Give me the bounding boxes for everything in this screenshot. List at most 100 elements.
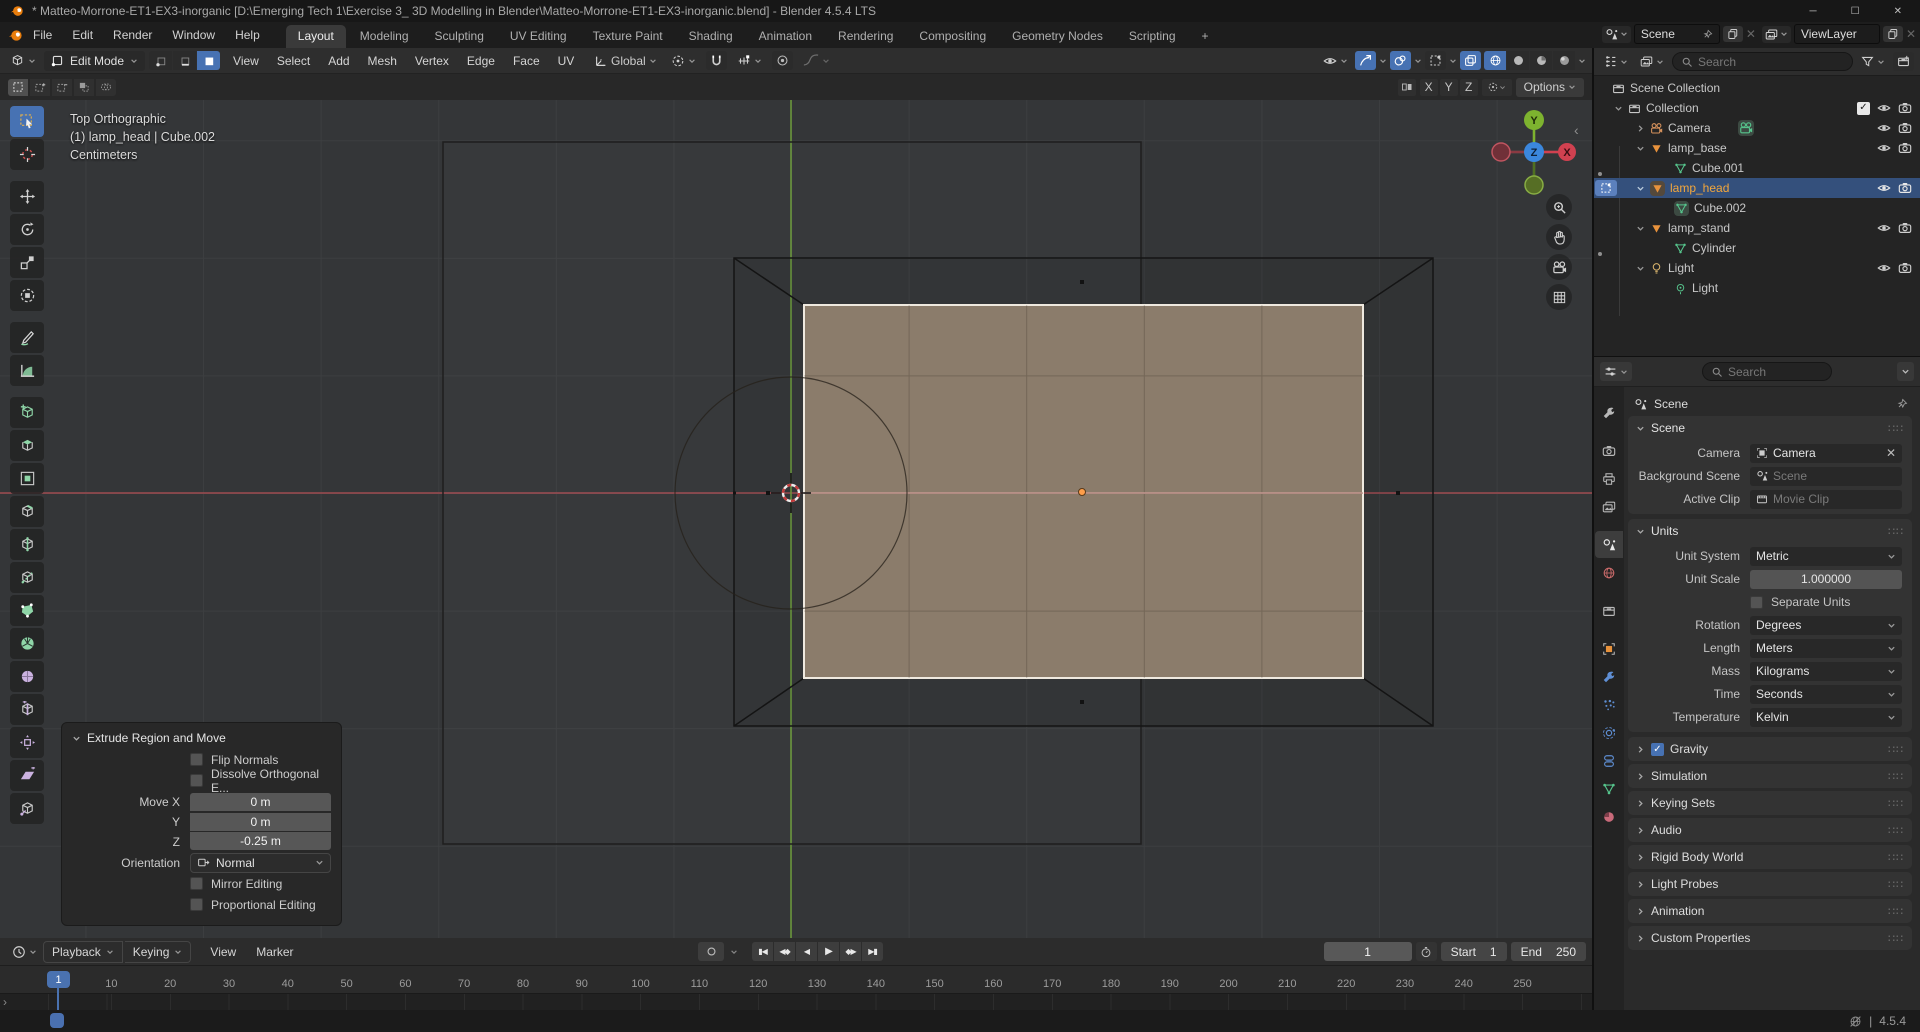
workspace-tab[interactable]: + — [1190, 25, 1221, 48]
operator-panel-header[interactable]: Extrude Region and Move — [72, 728, 331, 748]
viewport-menu-item[interactable]: Mesh — [359, 52, 406, 70]
outliner-filter-dropdown[interactable] — [1636, 52, 1668, 71]
tab-render[interactable] — [1595, 437, 1623, 464]
workspace-tab[interactable]: Scripting — [1117, 25, 1188, 48]
drag-handle[interactable]: ∷∷ — [1888, 797, 1904, 810]
camera-view-button[interactable] — [1546, 254, 1572, 280]
transform-orientation-dropdown[interactable]: Global — [590, 51, 661, 70]
blender-menu-icon[interactable] — [8, 28, 23, 43]
tool-cursor[interactable] — [10, 139, 44, 170]
outliner-row-cylinder[interactable]: Cylinder — [1594, 238, 1920, 258]
viewport-menu-item[interactable]: UV — [549, 52, 584, 70]
viewlayer-remove-button[interactable]: ✕ — [1906, 27, 1916, 41]
shading-wireframe-button[interactable] — [1484, 51, 1506, 70]
collapsed-panel[interactable]: Custom Properties ∷∷ — [1628, 926, 1912, 950]
disable-render-camera-icon[interactable] — [1898, 141, 1912, 155]
close-button[interactable]: ✕ — [1894, 6, 1902, 17]
timeline-ruler[interactable]: 1020304050607080901001101201301401501601… — [0, 966, 1592, 993]
collapsed-panel[interactable]: Audio ∷∷ — [1628, 818, 1912, 842]
tool-spin[interactable] — [10, 628, 44, 659]
viewport-menu-item[interactable]: Face — [504, 52, 549, 70]
ortho-toggle-button[interactable] — [1546, 284, 1572, 310]
mirror-axis-toggle[interactable]: Z — [1460, 79, 1478, 96]
hide-eye-icon[interactable] — [1877, 101, 1891, 115]
tool-poly-build[interactable] — [10, 595, 44, 626]
clear-camera-button[interactable]: ✕ — [1886, 446, 1896, 460]
workspace-tab[interactable]: Animation — [747, 25, 824, 48]
orientation-dropdown[interactable]: Normal — [190, 853, 331, 873]
viewport-menu-item[interactable]: Edge — [458, 52, 504, 70]
select-mode-invert-button[interactable] — [74, 79, 94, 96]
region-collapse-arrow[interactable]: ‹ — [1574, 122, 1579, 138]
proportional-editing-button[interactable] — [772, 51, 793, 70]
mode-dropdown[interactable]: Edit Mode — [44, 51, 145, 71]
drag-handle[interactable]: ∷∷ — [1888, 932, 1904, 945]
play-reverse-button[interactable]: ◀ — [796, 942, 817, 961]
tab-scene[interactable] — [1595, 531, 1623, 558]
frame-end-field[interactable]: End 250 — [1511, 942, 1586, 961]
outliner-row-light[interactable]: Light — [1594, 258, 1920, 278]
tool-select-box[interactable] — [10, 106, 44, 137]
disable-render-camera-icon[interactable] — [1898, 181, 1912, 195]
pin-icon[interactable] — [1896, 398, 1908, 410]
tool-loop-cut[interactable] — [10, 529, 44, 560]
hide-eye-icon[interactable] — [1877, 221, 1891, 235]
snap-toggle-button[interactable] — [706, 51, 727, 70]
viewlayer-copy-button[interactable] — [1883, 26, 1903, 42]
tab-constraints[interactable] — [1595, 747, 1623, 774]
outliner-row-lamp-base[interactable]: lamp_base — [1594, 138, 1920, 158]
drag-handle[interactable]: ∷∷ — [1888, 525, 1904, 538]
drag-handle[interactable]: ∷∷ — [1888, 851, 1904, 864]
timeline-editor-type-button[interactable] — [8, 942, 41, 961]
viewport-menu-item[interactable]: View — [224, 52, 268, 70]
panel-checkbox[interactable]: ✓ — [1651, 743, 1664, 756]
drag-handle[interactable]: ∷∷ — [1888, 824, 1904, 837]
chevron-down-icon[interactable] — [1636, 184, 1645, 193]
shading-solid-button[interactable] — [1507, 51, 1529, 70]
move-z-field[interactable]: -0.25 m — [190, 832, 331, 850]
next-keyframe-button[interactable]: ◆▶ — [840, 942, 861, 961]
auto-keying-button[interactable] — [698, 942, 724, 961]
object-visibility-dropdown[interactable] — [1319, 51, 1352, 70]
mirror-axis-toggle[interactable]: X — [1420, 79, 1438, 96]
tool-add-cube[interactable] — [10, 397, 44, 428]
outliner-row-lamp-stand[interactable]: lamp_stand — [1594, 218, 1920, 238]
current-frame-field[interactable]: 1 — [1324, 942, 1412, 961]
separate-units-checkbox[interactable] — [1750, 596, 1763, 609]
outliner-search-input[interactable] — [1698, 55, 1844, 69]
current-frame-badge[interactable]: 1 — [47, 971, 70, 988]
outliner-row-cube002[interactable]: Cube.002 — [1594, 198, 1920, 218]
outliner-row-scene-collection[interactable]: Scene Collection — [1594, 78, 1920, 98]
gizmo-dropdown-chevron[interactable] — [1379, 57, 1387, 65]
move-x-field[interactable]: 0 m — [190, 793, 331, 811]
drag-handle[interactable]: ∷∷ — [1888, 743, 1904, 756]
outliner-row-camera[interactable]: Camera — [1594, 118, 1920, 138]
properties-options-button[interactable] — [1897, 362, 1914, 381]
hide-eye-icon[interactable] — [1877, 261, 1891, 275]
dissolve-checkbox[interactable] — [190, 774, 203, 787]
collapsed-panel[interactable]: ✓ Gravity ∷∷ — [1628, 737, 1912, 761]
collapsed-panel[interactable]: Light Probes ∷∷ — [1628, 872, 1912, 896]
viewlayer-browse-button[interactable] — [1762, 26, 1791, 43]
tool-knife[interactable] — [10, 562, 44, 593]
tool-rip-region[interactable] — [10, 793, 44, 824]
topbar-menu-item[interactable]: Edit — [62, 26, 103, 44]
mirror-editing-checkbox[interactable] — [190, 877, 203, 890]
drag-handle[interactable]: ∷∷ — [1888, 770, 1904, 783]
select-mode-subtract-button[interactable] — [52, 79, 72, 96]
units-dropdown[interactable]: Kelvin — [1750, 708, 1902, 727]
playback-dropdown[interactable]: Playback — [43, 941, 123, 963]
viewport-menu-item[interactable]: Add — [319, 52, 358, 70]
tab-object[interactable] — [1595, 635, 1623, 662]
chevron-down-icon[interactable] — [730, 948, 738, 956]
drag-handle[interactable]: ∷∷ — [1888, 905, 1904, 918]
timeline-scrollbar-handle[interactable] — [50, 1013, 64, 1028]
tool-smooth[interactable] — [10, 661, 44, 692]
timeline-track[interactable]: › — [0, 993, 1592, 1010]
tool-transform[interactable] — [10, 280, 44, 311]
gizmo-extras-dropdown[interactable] — [1425, 51, 1446, 70]
collapsed-panel[interactable]: Simulation ∷∷ — [1628, 764, 1912, 788]
units-dropdown[interactable]: Degrees — [1750, 616, 1902, 635]
workspace-tab[interactable]: Geometry Nodes — [1000, 25, 1115, 48]
snap-state-icon[interactable] — [1482, 79, 1512, 96]
